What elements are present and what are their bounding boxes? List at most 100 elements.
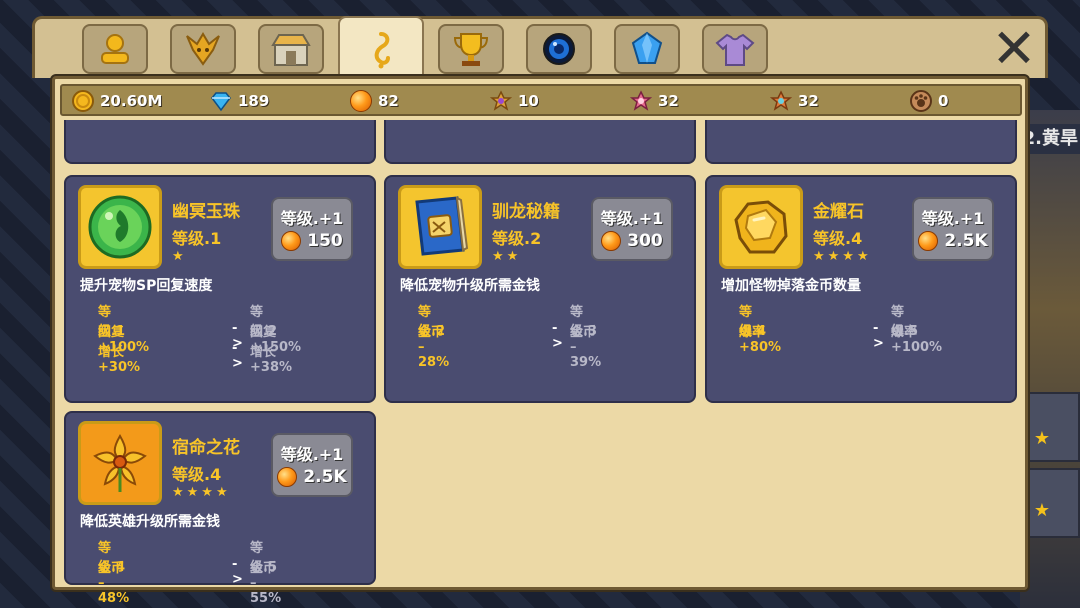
orb-icon [277,467,298,487]
diamond-amount: 189 [238,92,270,110]
relic-description: 增加怪物掉落金币数量 [721,278,861,294]
next-stat: 爆率 +100% [891,325,943,355]
tab-outfit[interactable] [702,24,768,74]
gold-currency: 20.60M [72,90,162,112]
tab-shop[interactable] [258,24,324,74]
gold-amount: 20.60M [100,92,163,110]
pet-relic-tab-icon [374,32,390,69]
relic-description: 提升宠物SP回复速度 [80,278,213,294]
upgrade-cost: 150 [273,231,351,251]
upgrade-cost: 300 [593,231,671,251]
upgrade-label: 等级.+1 [600,209,664,228]
fox-shard-icon [770,90,792,111]
relic-card-partial[interactable] [384,120,696,164]
diamond-icon [211,92,231,112]
relic-icon-frame [719,185,803,269]
fox-shard-currency: 32 [770,90,819,112]
upgrade-button[interactable]: 等级.+1 300 [591,197,673,261]
arrow-icon: -> [552,321,563,351]
relic-level: 等级.4 [813,229,863,248]
dragon-book-icon [415,196,469,256]
next-stat: 金币 –55% [250,561,282,606]
gold-coin-icon [72,90,94,112]
tab-portal[interactable] [526,24,592,74]
relic-level: 等级.1 [172,229,222,248]
arrow-icon: -> [232,557,243,587]
diamond-currency: 189 [210,90,269,112]
relic-stars: ★ [172,249,187,264]
tab-crystal[interactable] [614,24,680,74]
paw-token-currency: 0 [910,90,948,112]
paw-token-icon [910,90,932,112]
tab-dragon[interactable] [170,24,236,74]
relic-icon-frame [398,185,482,269]
orb-icon [601,231,622,251]
current-stat: 金币 –48% [98,561,130,606]
fox-shard-amount: 32 [798,92,819,110]
upgrade-cost-value: 2.5K [944,231,988,251]
relic-card: 宿命之花 等级.4 ★★★★ 等级.+1 2.5K 降低英雄升级所需金钱 等级.… [64,411,376,606]
orb-amount: 82 [378,92,399,110]
relic-name: 宿命之花 [172,438,240,458]
trophy-tab-icon [453,33,489,66]
pink-shard-amount: 32 [658,92,679,110]
dragon-shard-currency: 10 [490,90,539,112]
relic-name: 金耀石 [813,202,864,222]
dragon-shard-amount: 10 [518,92,539,110]
background-star-icon: ★ [1033,428,1050,449]
paw-token-amount: 0 [938,92,949,110]
dragon-shard-icon [490,90,512,111]
arrow-icon: -> [232,341,243,371]
relic-card: 驯龙秘籍 等级.2 ★★ 等级.+1 300 降低宠物升级所需金钱 等级.2 等… [384,175,696,403]
upgrade-label: 等级.+1 [280,209,344,228]
arrow-icon: -> [873,321,884,351]
orb-icon [281,231,302,251]
portal-tab-icon [543,33,575,65]
relic-card-partial[interactable] [64,120,376,164]
relic-level: 等级.4 [172,465,222,484]
orb-currency: 82 [350,90,399,112]
fate-flower-icon [93,434,147,492]
upgrade-label: 等级.+1 [280,445,344,464]
gold-stone-icon [734,200,788,254]
relic-name: 驯龙秘籍 [492,202,560,222]
background-star-icon: ★ [1033,500,1050,521]
close-button[interactable]: ✕ [986,22,1042,76]
upgrade-cost-value: 150 [307,231,343,251]
relic-card: 金耀石 等级.4 ★★★★ 等级.+1 2.5K 增加怪物掉落金币数量 等级.4… [705,175,1017,403]
upgrade-cost: 2.5K [914,231,992,251]
upgrade-button[interactable]: 等级.+1 150 [271,197,353,261]
next-stat: 金币 –39% [570,325,602,370]
orb-icon [918,231,939,251]
relic-card-partial[interactable] [705,120,1017,164]
pink-shard-icon [630,90,652,111]
tab-profile[interactable] [82,24,148,74]
tab-pet-relic[interactable] [338,16,424,82]
relic-stars: ★★ [492,249,522,264]
relic-icon-frame [78,185,162,269]
current-stat: 增长 +30% [98,345,141,375]
shop-tab-icon [271,34,311,66]
current-stat: 金币 –28% [418,325,450,370]
relic-card: 幽冥玉珠 等级.1 ★ 等级.+1 150 提升宠物SP回复速度 等级.1 等级… [64,175,376,403]
next-stat: 增长 +38% [250,345,293,375]
background-card [1024,392,1080,462]
relic-description: 降低宠物升级所需金钱 [400,278,540,294]
relic-stars: ★★★★ [172,485,231,500]
current-stat: 爆率 +80% [739,325,782,355]
background-card [1024,468,1080,538]
upgrade-cost-value: 300 [627,231,663,251]
upgrade-button[interactable]: 等级.+1 2.5K [271,433,353,497]
relic-level: 等级.2 [492,229,542,248]
relic-name: 幽冥玉珠 [172,202,240,222]
outfit-tab-icon [715,33,755,66]
profile-tab-icon [101,34,129,64]
dragon-tab-icon [186,32,220,66]
relic-icon-frame [78,421,162,505]
currency-bar: 20.60M 189 82 10 32 32 0 [60,84,1022,116]
tab-trophy[interactable] [438,24,504,74]
upgrade-button[interactable]: 等级.+1 2.5K [912,197,994,261]
background-label: 2.黄旱 [1022,124,1080,154]
pink-shard-currency: 32 [630,90,679,112]
relic-stars: ★★★★ [813,249,872,264]
